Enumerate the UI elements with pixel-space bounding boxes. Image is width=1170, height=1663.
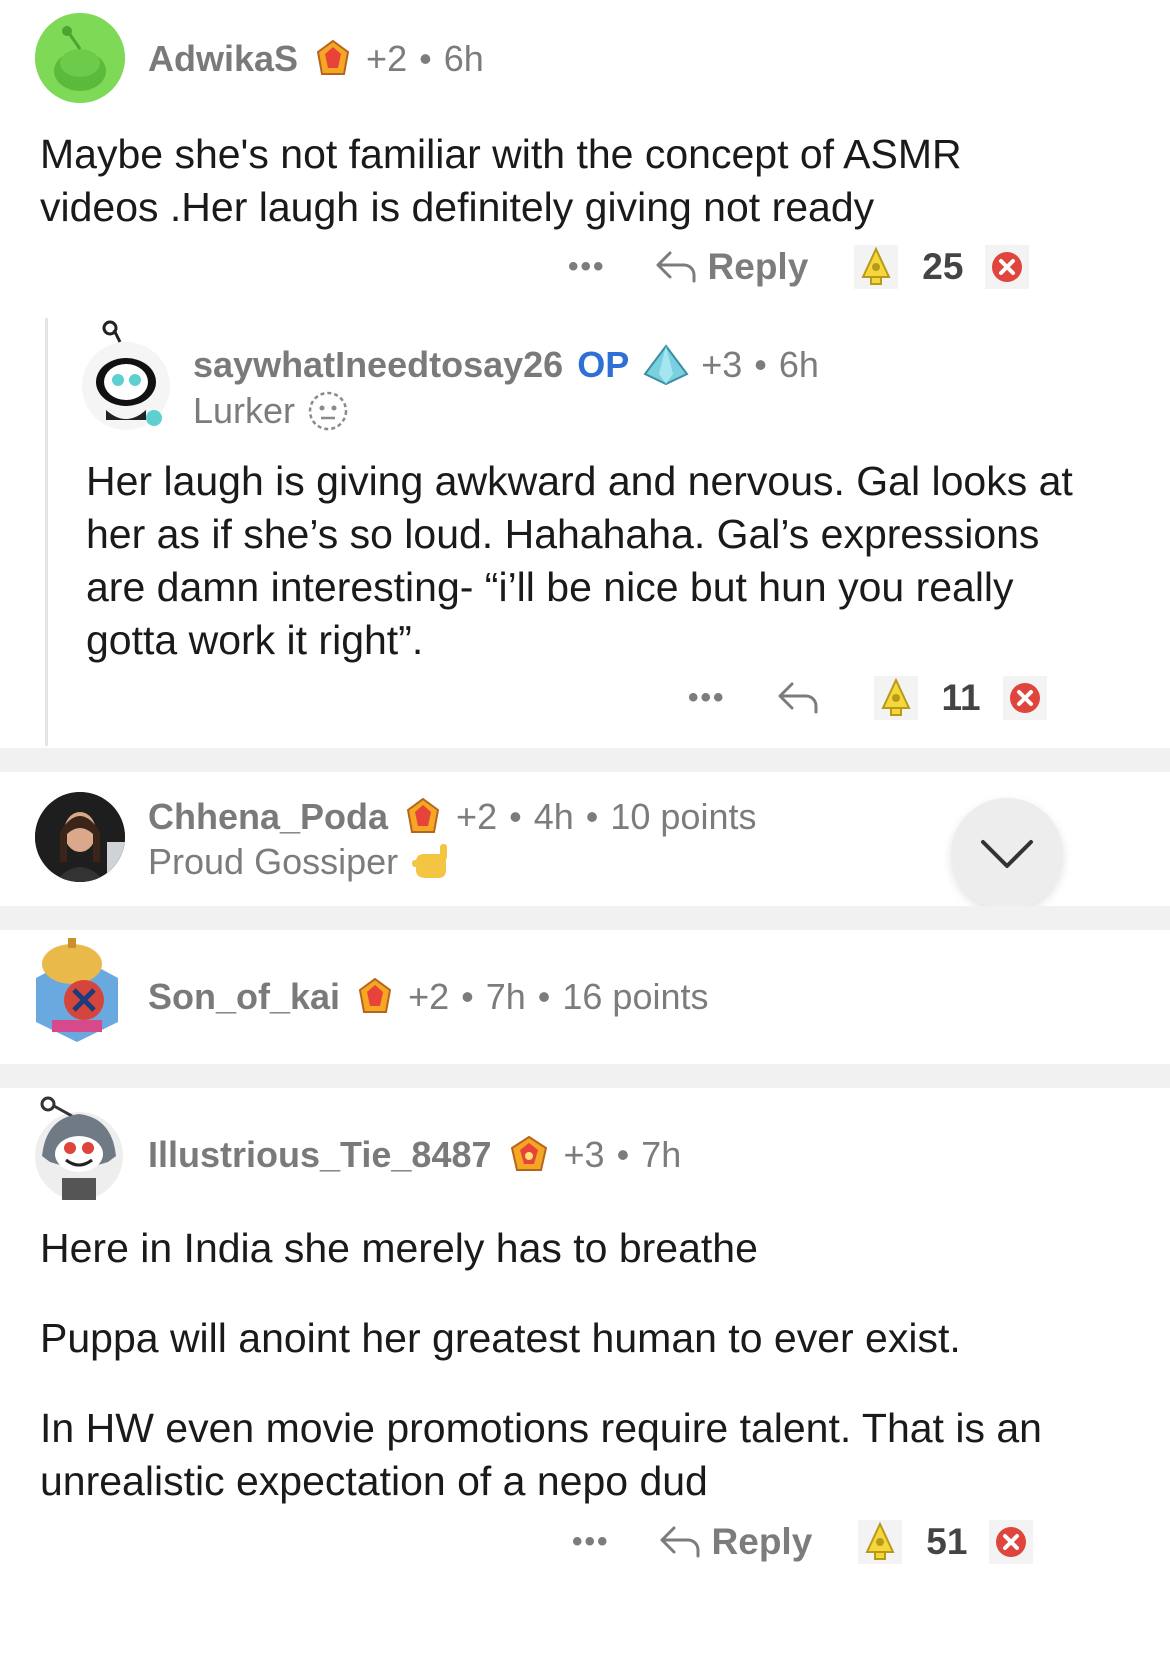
- separator-dot: •: [509, 796, 522, 837]
- reply-button[interactable]: Reply: [654, 246, 809, 288]
- comment-actions: ••• 11: [688, 676, 1047, 720]
- reply-arrow-icon: [656, 251, 696, 283]
- crystal-award-icon: [402, 796, 444, 838]
- downvote-button[interactable]: [1002, 676, 1047, 720]
- comment-meta: saywhatIneedtosay26 OP +3 • 6h: [193, 344, 819, 386]
- username[interactable]: AdwikaS: [148, 38, 298, 80]
- comment-age: 6h: [443, 38, 484, 79]
- comment-meta: Illustrious_Tie_8487 +3 • 7h: [148, 1134, 681, 1176]
- comment-age: 4h: [533, 796, 574, 837]
- comment-meta: Son_of_kai +2 • 7h • 16 points: [148, 976, 708, 1018]
- comment-paragraph: In HW even movie promotions require tale…: [40, 1405, 1042, 1504]
- downvote-button[interactable]: [989, 1520, 1034, 1564]
- avatar[interactable]: [35, 792, 125, 882]
- comment-separator: [0, 1064, 1170, 1088]
- separator-dot: •: [754, 344, 767, 385]
- comment-age: 7h: [641, 1134, 682, 1175]
- comment-body: Here in India she merely has to breathe …: [40, 1222, 1100, 1508]
- user-photo-avatar: [35, 792, 125, 882]
- award-count: +2: [408, 976, 450, 1017]
- comment-points: 16 points: [562, 976, 709, 1017]
- thread-line[interactable]: [45, 318, 48, 746]
- username[interactable]: Illustrious_Tie_8487: [148, 1134, 492, 1176]
- more-options-button[interactable]: •••: [688, 681, 726, 715]
- reply-label: Reply: [711, 1521, 813, 1562]
- comment-body: Her laugh is giving awkward and nervous.…: [86, 455, 1086, 667]
- chevron-down-icon: [981, 840, 1033, 868]
- comment-body: Maybe she's not familiar with the concep…: [40, 128, 1060, 234]
- separator-dot: •: [461, 976, 474, 1017]
- separator-dot: •: [585, 796, 599, 837]
- more-options-button[interactable]: •••: [568, 250, 606, 284]
- snoo-avatar-icon: [82, 320, 170, 430]
- upvote-button[interactable]: [854, 245, 899, 289]
- comment-age: 6h: [778, 344, 819, 385]
- call-me-hand-icon: [410, 840, 458, 884]
- vote-score: 51: [926, 1521, 968, 1562]
- snoo-avatar-icon: [36, 938, 118, 1042]
- comment-points: 10 points: [610, 796, 757, 837]
- award-count: +3: [701, 344, 743, 385]
- upvote-award-icon: [880, 678, 911, 716]
- upvote-award-icon: [861, 247, 891, 285]
- award-count: +2: [456, 796, 498, 837]
- separator-dot: •: [616, 1134, 630, 1175]
- reply-arrow-icon: [660, 1526, 700, 1558]
- comment-meta: AdwikaS +2 • 6h: [148, 38, 484, 80]
- reply-arrow-icon: [778, 682, 818, 714]
- reply-label: Reply: [707, 246, 809, 287]
- downvote-button[interactable]: [985, 245, 1030, 289]
- award-count: +3: [563, 1134, 605, 1175]
- avatar[interactable]: [35, 13, 125, 103]
- separator-dot: •: [419, 38, 432, 79]
- upvote-button[interactable]: [858, 1520, 903, 1564]
- crystal-award-icon: [354, 976, 396, 1018]
- username[interactable]: Chhena_Poda: [148, 796, 388, 838]
- comment-separator: [0, 748, 1170, 772]
- comment-paragraph: Her laugh is giving awkward and nervous.…: [86, 458, 1073, 663]
- comment-paragraph: Puppa will anoint her greatest human to …: [40, 1315, 961, 1361]
- vote-score: 25: [922, 246, 964, 287]
- user-flair: Proud Gossiper: [148, 840, 458, 884]
- downvote-icon: [996, 1527, 1027, 1557]
- comment-paragraph: Maybe she's not familiar with the concep…: [40, 131, 962, 230]
- reply-button[interactable]: Reply: [658, 1521, 813, 1563]
- flair-label: Proud Gossiper: [148, 841, 399, 882]
- comment-meta: Chhena_Poda +2 • 4h • 10 points: [148, 796, 756, 838]
- op-badge: OP: [577, 344, 630, 385]
- separator-dot: •: [537, 976, 551, 1017]
- upvote-award-icon: [865, 1522, 895, 1560]
- username[interactable]: Son_of_kai: [148, 976, 340, 1018]
- snoo-avatar-icon: [35, 13, 125, 103]
- crystal-award-icon: [312, 38, 354, 80]
- vote-score: 11: [941, 677, 981, 718]
- avatar[interactable]: [32, 1092, 126, 1202]
- upvote-button[interactable]: [873, 676, 918, 720]
- comment-actions: ••• Reply 25: [568, 245, 1030, 289]
- flair-label: Lurker: [193, 390, 296, 431]
- username[interactable]: saywhatIneedtosay26: [193, 344, 563, 386]
- crystal-award-icon: [506, 1134, 552, 1176]
- comment-separator: [0, 906, 1170, 930]
- downvote-icon: [1009, 683, 1040, 713]
- snoo-avatar-icon: [35, 1096, 123, 1200]
- comment-actions: ••• Reply 51: [572, 1520, 1034, 1564]
- downvote-icon: [992, 252, 1023, 282]
- avatar[interactable]: [32, 936, 122, 1044]
- award-count: +2: [366, 38, 408, 79]
- expand-comment-button[interactable]: [951, 798, 1063, 910]
- diamond-award-icon: [643, 344, 689, 386]
- comment-paragraph: Here in India she merely has to breathe: [40, 1225, 758, 1271]
- comment-age: 7h: [485, 976, 526, 1017]
- neutral-face-icon: [307, 390, 349, 432]
- reply-button[interactable]: [776, 680, 830, 716]
- avatar[interactable]: [80, 320, 172, 432]
- user-flair: Lurker: [193, 390, 349, 432]
- more-options-button[interactable]: •••: [572, 1525, 610, 1559]
